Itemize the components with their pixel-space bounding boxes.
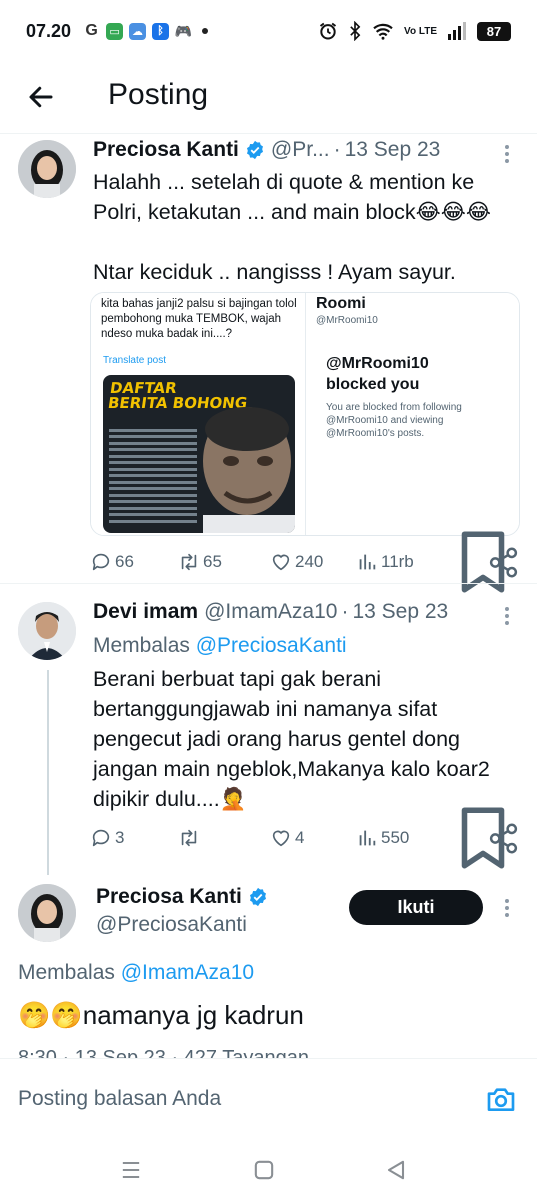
top-app-bar: Posting [0,62,537,134]
tweet-reply[interactable]: Devi imam @ImamAza10 · 13 Sep 23 Membala… [0,584,537,870]
reply-button[interactable]: 66 [90,551,134,573]
tweet-date[interactable]: 13 Sep 23 [345,138,441,162]
follow-button[interactable]: Ikuti [349,890,483,925]
tweet-meta: 8:30 · 13 Sep 23 · 427 Tayangan [18,1047,309,1058]
repost-icon [181,829,197,847]
heart-icon [272,554,290,571]
verified-badge-icon [249,887,266,907]
tweet-header: Devi imam @ImamAza10 · 13 Sep 23 [93,600,448,624]
blocked-profile-name: Roomi [316,295,366,312]
tweet-actions: 3 4 550 [90,807,520,869]
camera-icon[interactable] [484,1083,518,1115]
like-button[interactable]: 4 [270,827,304,849]
notification-dot-icon [202,28,209,34]
tweet-date[interactable]: 13 Sep 23 [352,600,448,624]
share-icon[interactable] [487,546,520,579]
alarm-icon [319,22,337,40]
reply-icon [92,829,110,847]
translate-link: Translate post [103,355,166,366]
media-image-right[interactable]: Roomi @MrRoomi10 @MrRoomi10 blocked you Y… [305,293,519,535]
repost-button[interactable]: 65 [178,551,222,573]
poster-image: DAFTAR BERITA BOHONG [103,375,295,533]
media-quoted-text: kita bahas janji2 palsu si bajingan tolo… [101,298,297,340]
reply-button[interactable]: 3 [90,827,124,849]
system-nav-bar [0,1140,537,1200]
more-options-icon[interactable] [505,896,511,920]
author-name[interactable]: Preciosa Kanti [93,138,239,162]
views-button[interactable]: 550 [356,827,409,849]
page-title: Posting [108,78,209,111]
blocked-profile-handle: @MrRoomi10 [316,315,378,326]
heart-icon [272,830,290,847]
share-icon[interactable] [487,822,520,855]
reply-context: Membalas @PreciosaKanti [93,634,347,657]
like-button[interactable]: 240 [270,551,323,573]
views-icon [359,830,376,846]
reply-composer[interactable]: Posting balasan Anda [0,1058,537,1140]
google-icon: G [85,22,98,39]
reply-to-link[interactable]: @PreciosaKanti [196,634,347,657]
blocked-message: @MrRoomi10 blocked you [326,355,429,393]
game-icon: 🎮 [174,22,193,40]
recent-apps-icon[interactable] [117,1156,145,1184]
author-handle[interactable]: @PreciosaKanti [96,913,247,937]
views-icon [359,554,376,570]
avatar[interactable] [18,140,76,198]
thread-connector-line [47,670,49,875]
back-nav-icon[interactable] [382,1156,410,1184]
status-time: 07.20 [26,20,72,41]
caricature-face-image [203,407,295,533]
more-options-icon[interactable] [505,604,511,628]
back-arrow-icon[interactable] [26,82,56,112]
author-name[interactable]: Preciosa Kanti [96,885,242,909]
tweet-header: Preciosa Kanti [96,885,274,909]
repost-icon [181,553,197,571]
bluetooth-icon [350,21,361,41]
tweet-text: 🤭🤭namanya jg kadrun [18,1000,304,1030]
battery-indicator: 87 [477,21,511,41]
tweet-text: Berani berbuat tapi gak berani bertanggu… [93,667,490,811]
tweet-actions: 66 65 240 11rb [90,531,520,593]
author-handle[interactable]: @Pr... [271,138,330,162]
reply-to-link[interactable]: @ImamAza10 [121,961,254,984]
author-name[interactable]: Devi imam [93,600,198,624]
wifi-icon [373,23,393,40]
verified-badge-icon [246,140,263,160]
weather-icon: ☁ [129,22,147,40]
media-image-left[interactable]: kita bahas janji2 palsu si bajingan tolo… [91,293,305,535]
reply-icon [92,553,110,571]
status-bar: 07.20 G ▭ ☁ ᛒ 🎮 Vo LTE 87 [0,0,537,62]
blocked-description: You are blocked from following @MrRoomi1… [326,402,462,439]
tweet-text: Halahh ... setelah di quote & mention ke… [93,170,492,284]
author-handle[interactable]: @ImamAza10 [204,600,337,624]
author-handle-row: @PreciosaKanti [96,913,247,937]
volte-indicator: Vo LTE [404,25,437,37]
separator: · [341,600,349,623]
views-button[interactable]: 11rb [356,551,414,573]
signal-icon [448,22,466,40]
tweet-media[interactable]: kita bahas janji2 palsu si bajingan tolo… [90,292,520,536]
reply-input-placeholder[interactable]: Posting balasan Anda [18,1087,221,1111]
more-options-icon[interactable] [505,142,511,166]
avatar[interactable] [18,602,76,660]
message-icon: ▭ [106,22,124,40]
separator: · [333,138,341,161]
reply-context: Membalas @ImamAza10 [18,961,255,984]
repost-button[interactable] [178,827,203,849]
tweet-header: Preciosa Kanti @Pr... · 13 Sep 23 [93,138,440,162]
tweet-original[interactable]: Preciosa Kanti @Pr... · 13 Sep 23 Halahh… [0,134,537,593]
avatar[interactable] [18,884,76,942]
bluetooth-app-icon: ᛒ [152,22,170,40]
home-icon[interactable] [250,1156,278,1184]
